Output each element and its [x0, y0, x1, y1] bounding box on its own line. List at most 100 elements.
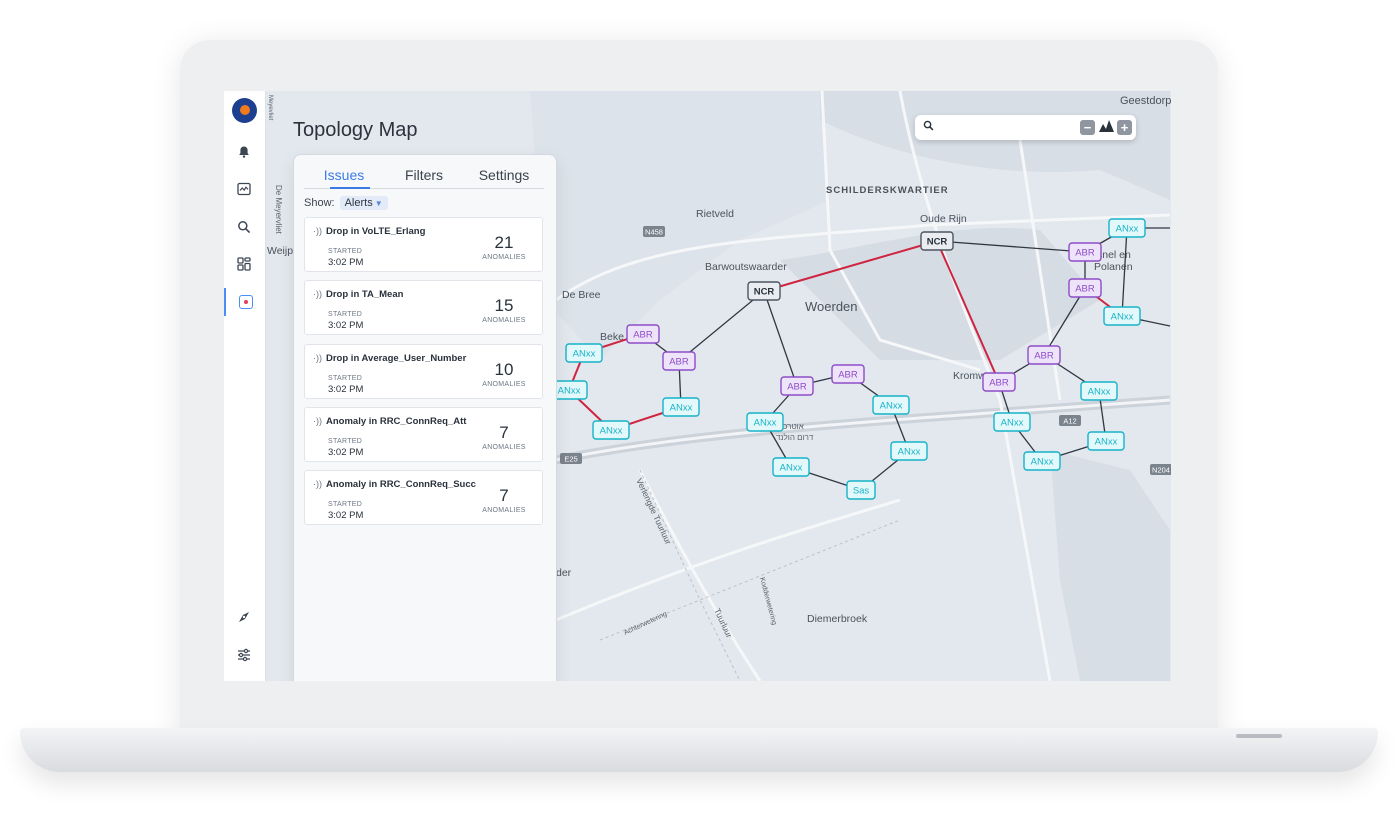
east-area-shape: [1050, 450, 1170, 681]
anx-node-label: ANxx: [600, 426, 623, 437]
anomalies-label: ANOMALIES: [482, 254, 526, 261]
anomalies-label: ANOMALIES: [482, 317, 526, 325]
compass-icon[interactable]: [224, 603, 264, 631]
tab-filters[interactable]: Filters: [384, 164, 464, 188]
page-title: Topology Map: [293, 119, 418, 141]
terrain-icon[interactable]: [1099, 119, 1114, 135]
issue-title-text: Drop in TA_Mean: [326, 289, 404, 301]
network-link[interactable]: [763, 290, 798, 387]
place-label: Woerden: [805, 299, 858, 314]
abr-node-label: ABR: [787, 382, 807, 393]
place-label: der: [556, 567, 572, 579]
search-nav-icon[interactable]: [224, 213, 264, 241]
active-tab-indicator: [330, 187, 370, 189]
zoom-out-button[interactable]: −: [1080, 120, 1095, 135]
anomaly-count: 15: [494, 296, 514, 316]
network-link[interactable]: [678, 290, 765, 362]
issues-panel: Issues Filters Settings Show: Alerts ▼ ·)…: [293, 154, 557, 681]
sidebar: [224, 91, 266, 681]
started-label: STARTED: [328, 501, 363, 509]
ncr-node-label: NCR: [754, 287, 775, 298]
tab-issues[interactable]: Issues: [304, 164, 384, 188]
anx-node-label: ANxx: [573, 349, 596, 360]
anx-node-label: ANxx: [1095, 437, 1118, 448]
signal-icon: ·)): [313, 289, 322, 300]
activity-icon[interactable]: [224, 175, 264, 203]
started-label: STARTED: [328, 437, 363, 445]
issue-card[interactable]: ·)) Anomaly in RRC_ConnReq_Att STARTED 3:02…: [304, 406, 543, 462]
app-screen: Geestdorp SCHILDERSKWARTIER Rietveld Oude R…: [224, 91, 1171, 681]
issue-title-text: Anomaly in RRC_ConnReq_Att: [326, 415, 467, 427]
topology-icon[interactable]: [224, 288, 266, 316]
issue-title: ·)) Drop in TA_Mean: [313, 289, 403, 300]
started-time: 3:02 PM: [328, 510, 364, 522]
issue-card[interactable]: ·)) Drop in TA_Mean STARTED 3:02 PM 15 ANOMAL…: [304, 280, 543, 336]
anx-node-label: ANxx: [898, 447, 921, 458]
issue-card[interactable]: ·)) Anomaly in RRC_ConnReq_Succ STARTED 3:0…: [304, 470, 543, 526]
place-label: Tuurluur: [712, 607, 734, 640]
started-time: 3:02 PM: [328, 383, 364, 395]
started-label: STARTED: [328, 374, 363, 382]
issue-title-text: Anomaly in RRC_ConnReq_Succ: [326, 479, 476, 491]
anx-node-label: ANxx: [1111, 312, 1134, 323]
anomalies-label: ANOMALIES: [482, 443, 526, 451]
place-label: Barwoutswaarder: [705, 261, 787, 273]
anx-node-label: ANxx: [880, 401, 903, 412]
dashboard-icon[interactable]: [224, 250, 264, 278]
app-logo[interactable]: [232, 98, 257, 123]
abr-node-label: ABR: [1075, 248, 1095, 259]
show-filter: Show: Alerts ▼: [304, 196, 388, 210]
abr-node-label: ABR: [633, 330, 653, 341]
issue-title-text: Drop in Average_User_Number: [326, 352, 467, 364]
place-label: Weijp: [267, 245, 293, 257]
map-area-shape: [530, 91, 830, 360]
anx-node-label: ANxx: [1116, 224, 1139, 235]
issue-title: ·)) Drop in Average_User_Number: [313, 353, 466, 364]
bell-icon[interactable]: [224, 138, 264, 166]
anomalies-label: ANOMALIES: [482, 380, 526, 388]
anomaly-count: 7: [499, 486, 509, 506]
urban-area-shape: [820, 91, 1170, 200]
sliders-icon[interactable]: [224, 641, 264, 669]
anomaly-count: 10: [494, 359, 514, 379]
started-time: 3:02 PM: [328, 320, 364, 332]
search-icon: [923, 120, 934, 134]
ncr-node-label: NCR: [927, 237, 948, 248]
place-label: Diemerbroek: [807, 613, 868, 625]
abr-node-label: ABR: [1034, 351, 1054, 362]
tab-settings[interactable]: Settings: [464, 164, 544, 188]
sas-node-label: Sas: [853, 486, 870, 497]
anx-node-label: ANxx: [670, 403, 693, 414]
anx-node-label: ANxx: [1088, 387, 1111, 398]
issue-title-text: Drop in VoLTE_Erlang: [326, 226, 426, 237]
highway-a12: [555, 395, 1171, 465]
anomaly-count: 7: [499, 422, 509, 442]
laptop-base: [20, 728, 1378, 772]
anx-node-label: ANxx: [558, 386, 581, 397]
place-label: Polanen: [1094, 261, 1133, 273]
abr-node-label: ABR: [669, 357, 689, 368]
issue-title: ·)) Anomaly in RRC_ConnReq_Succ: [313, 479, 476, 490]
place-label: Kromw: [953, 370, 986, 382]
place-label: Kodderwetering: [758, 577, 777, 626]
road-label: E25: [564, 455, 577, 464]
place-label: Meyevliet: [267, 95, 273, 121]
anx-node-label: ANxx: [1031, 457, 1054, 468]
started-label: STARTED: [328, 311, 363, 319]
place-label: Verlengde Tuurluur: [634, 477, 673, 546]
place-label: Achterwetering: [623, 611, 668, 637]
started-time: 3:02 PM: [328, 257, 364, 268]
place-label: Geestdorp: [1120, 95, 1171, 107]
map-search-bar[interactable]: − +: [915, 115, 1136, 140]
road-label: N458: [645, 228, 663, 237]
issue-card[interactable]: ·)) Drop in VoLTE_Erlang STARTED 3:02 PM 21 A…: [304, 217, 543, 272]
place-label: De Meyervliet: [274, 185, 283, 235]
show-dropdown[interactable]: Alerts ▼: [339, 196, 388, 210]
place-label: SCHILDERSKWARTIER: [826, 185, 949, 196]
started-time: 3:02 PM: [328, 446, 364, 458]
issue-title: ·)) Anomaly in RRC_ConnReq_Att: [313, 416, 466, 427]
show-label: Show:: [304, 197, 335, 209]
laptop-notch: [1236, 734, 1282, 738]
zoom-in-button[interactable]: +: [1117, 120, 1132, 135]
issue-card[interactable]: ·)) Drop in Average_User_Number STARTED 3:0…: [304, 343, 543, 399]
